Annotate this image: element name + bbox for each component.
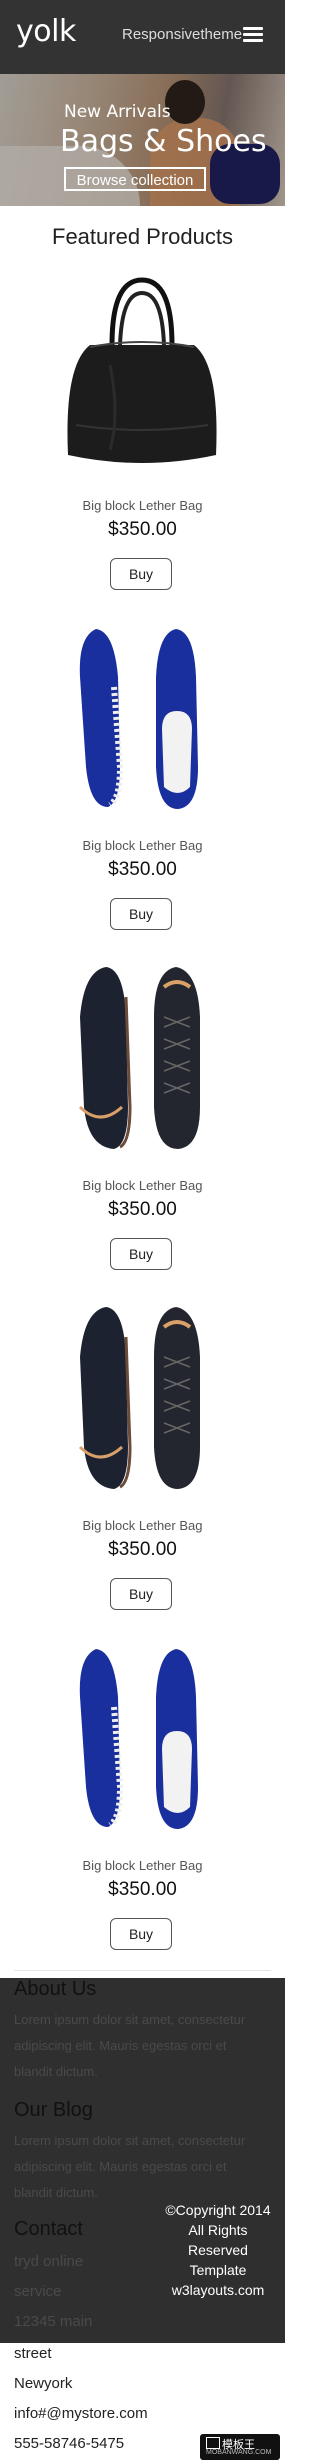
hero-subtitle: New Arrivals <box>64 102 171 122</box>
product-name[interactable]: Big block Lether Bag <box>0 1178 285 1193</box>
contact-heading: Contact <box>14 2218 83 2240</box>
product-image-loafers[interactable] <box>50 1637 234 1837</box>
buy-button[interactable]: Buy <box>110 1578 172 1610</box>
product-image-loafers[interactable] <box>50 617 234 817</box>
product-price: $350.00 <box>108 1879 177 1900</box>
product-name[interactable]: Big block Lether Bag <box>0 498 285 513</box>
site-logo[interactable]: yolk <box>16 14 76 49</box>
blog-heading[interactable]: Our Blog <box>14 2099 93 2122</box>
product-image-sneakers[interactable] <box>50 957 234 1157</box>
product-name[interactable]: Big block Lether Bag <box>0 1518 285 1533</box>
brand-name: Responsivetheme <box>122 26 243 43</box>
about-text: Lorem ipsum dolor sit amet, consectetur … <box>14 2012 246 2079</box>
hamburger-menu-icon[interactable] <box>243 27 263 47</box>
browse-collection-button[interactable]: Browse collection <box>64 167 206 191</box>
hero-banner: New Arrivals Bags & Shoes Browse collect… <box>0 74 285 206</box>
contact-line: service <box>14 2283 62 2300</box>
copyright-text: ©Copyright 2014 All Rights Reserved Temp… <box>165 2202 271 2298</box>
buy-button[interactable]: Buy <box>110 898 172 930</box>
buy-button[interactable]: Buy <box>110 1918 172 1950</box>
watermark-logo-icon <box>206 2437 220 2449</box>
buy-button[interactable]: Buy <box>110 558 172 590</box>
product-name[interactable]: Big block Lether Bag <box>0 838 285 853</box>
about-heading: About Us <box>14 1978 97 2000</box>
product-image-bag[interactable] <box>50 275 234 475</box>
watermark-url: MOBANWANG.COM <box>206 2449 272 2456</box>
product-price: $350.00 <box>108 1539 177 1560</box>
product-price: $350.00 <box>108 1199 177 1220</box>
watermark-badge: 模板王 MOBANWANG.COM <box>200 2434 280 2460</box>
contact-phone: 555-58746-5475 <box>14 2435 125 2452</box>
contact-line: Newyork <box>14 2375 73 2392</box>
product-price: $350.00 <box>108 859 177 880</box>
contact-line: tryd online <box>14 2253 84 2270</box>
footer-divider <box>14 1970 271 1971</box>
product-price: $350.00 <box>108 519 177 540</box>
contact-line: 12345 main <box>14 2313 93 2330</box>
contact-email[interactable]: info#@mystore.com <box>14 2405 148 2422</box>
featured-products-heading: Featured Products <box>52 224 233 249</box>
product-name[interactable]: Big block Lether Bag <box>0 1858 285 1873</box>
buy-button[interactable]: Buy <box>110 1238 172 1270</box>
contact-line: street <box>14 2345 52 2362</box>
site-header: yolk Responsivetheme <box>0 0 285 74</box>
product-image-sneakers[interactable] <box>50 1297 234 1497</box>
hero-title: Bags & Shoes <box>60 124 267 159</box>
blog-text: Lorem ipsum dolor sit amet, consectetur … <box>14 2133 246 2200</box>
